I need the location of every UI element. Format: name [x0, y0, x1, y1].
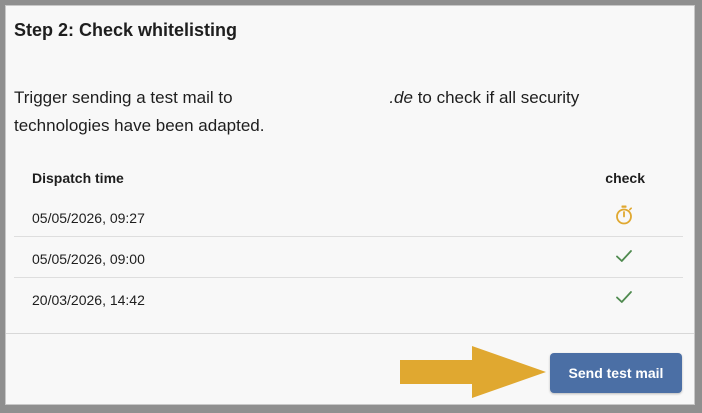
description-domain: .de [389, 88, 413, 107]
dispatch-time: 20/03/2026, 14:42 [32, 292, 145, 308]
dispatch-time: 05/05/2026, 09:00 [32, 251, 145, 267]
whitelisting-card: Step 2: Check whitelisting Trigger sendi… [6, 6, 694, 404]
table-row: 05/05/2026, 09:00 [14, 237, 683, 278]
checkmark-icon [613, 245, 635, 267]
screenshot-frame: Step 2: Check whitelisting Trigger sendi… [0, 0, 702, 413]
description-before: Trigger sending a test mail to [14, 88, 233, 107]
table-header: Dispatch time check [14, 158, 683, 196]
arrow-right-icon [400, 346, 546, 398]
dispatch-time: 05/05/2026, 09:27 [32, 210, 145, 226]
footer-divider [6, 333, 694, 334]
step-title: Step 2: Check whitelisting [14, 20, 238, 40]
table-row: 20/03/2026, 14:42 [14, 278, 683, 318]
header-dispatch-time: Dispatch time [32, 170, 124, 186]
stopwatch-icon [613, 204, 635, 226]
send-test-mail-button[interactable]: Send test mail [550, 353, 682, 393]
table-row: 05/05/2026, 09:27 [14, 196, 683, 237]
dispatch-table: Dispatch time check 05/05/2026, 09:27 05… [14, 158, 683, 318]
step-description: Trigger sending a test mail to .de to ch… [14, 84, 614, 140]
checkmark-icon [613, 286, 635, 308]
header-check: check [605, 170, 645, 186]
